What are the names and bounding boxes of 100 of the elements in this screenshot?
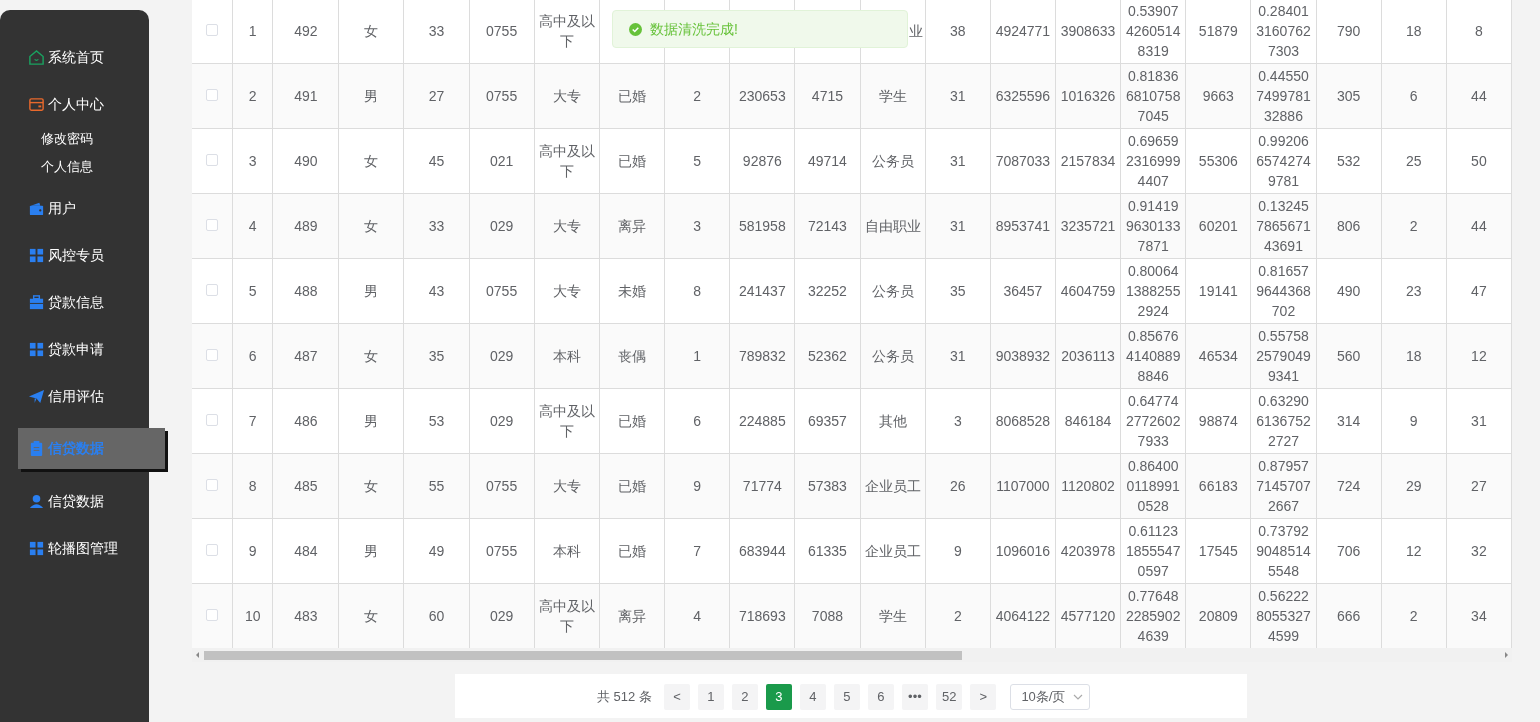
sidebar-subitem[interactable]: 个人信息 — [0, 153, 149, 181]
table-cell: 高中及以下 — [534, 0, 600, 64]
page-button[interactable]: 1 — [697, 684, 724, 710]
table-cell: 0.44550749978132886 — [1250, 63, 1317, 129]
table-cell: 男 — [338, 388, 404, 454]
table-cell: 5 — [232, 258, 273, 324]
total-count: 共 512 条 — [597, 688, 652, 706]
sidebar-item[interactable]: 个人中心 — [0, 89, 149, 119]
table-cell: 0.8006413882552924 — [1120, 258, 1186, 324]
table-cell: 9 — [232, 518, 273, 584]
table-cell: 公务员 — [860, 258, 926, 324]
page-button[interactable]: 5 — [833, 684, 860, 710]
table-cell: 女 — [338, 453, 404, 519]
table-cell: 31 — [1446, 388, 1512, 454]
table-cell: 2 — [664, 63, 730, 129]
table-cell: 本科 — [534, 323, 600, 389]
table-cell: 本科 — [534, 518, 600, 584]
sidebar-item[interactable]: 轮播图管理 — [0, 533, 149, 563]
row-checkbox[interactable] — [206, 414, 218, 426]
row-checkbox[interactable] — [206, 154, 218, 166]
table-cell: 0.6329061367522727 — [1250, 388, 1317, 454]
table-cell: 57383 — [794, 453, 860, 519]
page-button[interactable]: 3 — [765, 684, 792, 710]
table-cell: 2036113 — [1055, 323, 1121, 389]
table-cell: 公务员 — [860, 128, 926, 194]
table-cell: 486 — [272, 388, 339, 454]
table-cell: 61335 — [794, 518, 860, 584]
sidebar-item[interactable]: 风控专员 — [0, 240, 149, 270]
table-cell: 489 — [272, 193, 339, 259]
scrollbar-thumb[interactable] — [204, 650, 962, 660]
table-cell: 0.9141996301337871 — [1120, 193, 1186, 259]
table-cell: 26 — [925, 453, 991, 519]
sidebar-item[interactable]: 贷款信息 — [0, 287, 149, 317]
sidebar-item[interactable]: 用户 — [0, 193, 149, 223]
table-cell: 33 — [403, 0, 470, 64]
table-cell: 560 — [1316, 323, 1382, 389]
table-cell: 2157834 — [1055, 128, 1121, 194]
table-cell: 8953741 — [990, 193, 1056, 259]
table-cell: 492 — [272, 0, 339, 64]
table-cell: 18 — [1381, 323, 1447, 389]
table-cell: 806 — [1316, 193, 1382, 259]
table-cell: 35 — [403, 323, 470, 389]
table-cell: 314 — [1316, 388, 1382, 454]
table-cell: 32 — [1446, 518, 1512, 584]
table-cell: 487 — [272, 323, 339, 389]
table-cell: 3 — [664, 193, 730, 259]
row-checkbox[interactable] — [206, 544, 218, 556]
user-icon — [28, 492, 45, 510]
page-button[interactable]: 6 — [867, 684, 894, 710]
table-cell: 8068528 — [990, 388, 1056, 454]
table-cell: 已婚 — [599, 63, 665, 129]
page-size-select[interactable]: 10条/页 — [1010, 684, 1091, 710]
table-cell: 45 — [403, 128, 470, 194]
row-checkbox[interactable] — [206, 89, 218, 101]
table-cell: 27 — [1446, 453, 1512, 519]
sidebar-subitem[interactable]: 修改密码 — [0, 125, 149, 153]
sidebar-item[interactable]: 贷款申请 — [0, 334, 149, 364]
grid-icon — [28, 539, 45, 557]
prev-page-button[interactable]: < — [663, 684, 690, 710]
sidebar-item[interactable]: 系统首页 — [0, 42, 149, 72]
row-checkbox[interactable] — [206, 284, 218, 296]
row-checkbox[interactable] — [206, 349, 218, 361]
row-checkbox[interactable] — [206, 24, 218, 36]
table-cell: 8 — [664, 258, 730, 324]
table-cell: 0.7379290485145548 — [1250, 518, 1317, 584]
table-cell: 2 — [1381, 193, 1447, 259]
sidebar-item[interactable]: 信用评估 — [0, 381, 149, 411]
next-page-button[interactable]: > — [970, 684, 997, 710]
table-cell: 581958 — [729, 193, 795, 259]
table-cell: 31 — [925, 63, 991, 129]
page-button[interactable]: 2 — [731, 684, 758, 710]
page-button[interactable]: 52 — [935, 684, 963, 710]
table-cell: 男 — [338, 518, 404, 584]
table-cell: 18 — [1381, 0, 1447, 64]
sidebar-item[interactable]: 信贷数据 — [0, 486, 149, 516]
page-button[interactable]: 4 — [799, 684, 826, 710]
table-cell: 大专 — [534, 258, 600, 324]
table-cell: 27 — [403, 63, 470, 129]
table-cell: 6 — [232, 323, 273, 389]
table-cell: 未婚 — [599, 258, 665, 324]
briefcase-icon — [28, 293, 45, 311]
table-cell: 公务员 — [860, 323, 926, 389]
toast-message: 数据清洗完成! — [650, 19, 738, 39]
table-cell: 706 — [1316, 518, 1382, 584]
table-cell: 4 — [664, 583, 730, 648]
table-cell: 0.13245786567143691 — [1250, 193, 1317, 259]
table-cell: 4 — [232, 193, 273, 259]
table-cell: 4604759 — [1055, 258, 1121, 324]
table-cell: 1107000 — [990, 453, 1056, 519]
row-checkbox[interactable] — [206, 609, 218, 621]
grid-icon — [28, 340, 45, 358]
table-cell: 29 — [1381, 453, 1447, 519]
row-checkbox[interactable] — [206, 219, 218, 231]
table-cell: 31 — [925, 128, 991, 194]
table-cell: 12 — [1381, 518, 1447, 584]
page-button[interactable]: ••• — [901, 684, 928, 710]
table-cell: 12 — [1446, 323, 1512, 389]
table-cell: 19141 — [1185, 258, 1251, 324]
table-cell: 66183 — [1185, 453, 1251, 519]
row-checkbox[interactable] — [206, 479, 218, 491]
